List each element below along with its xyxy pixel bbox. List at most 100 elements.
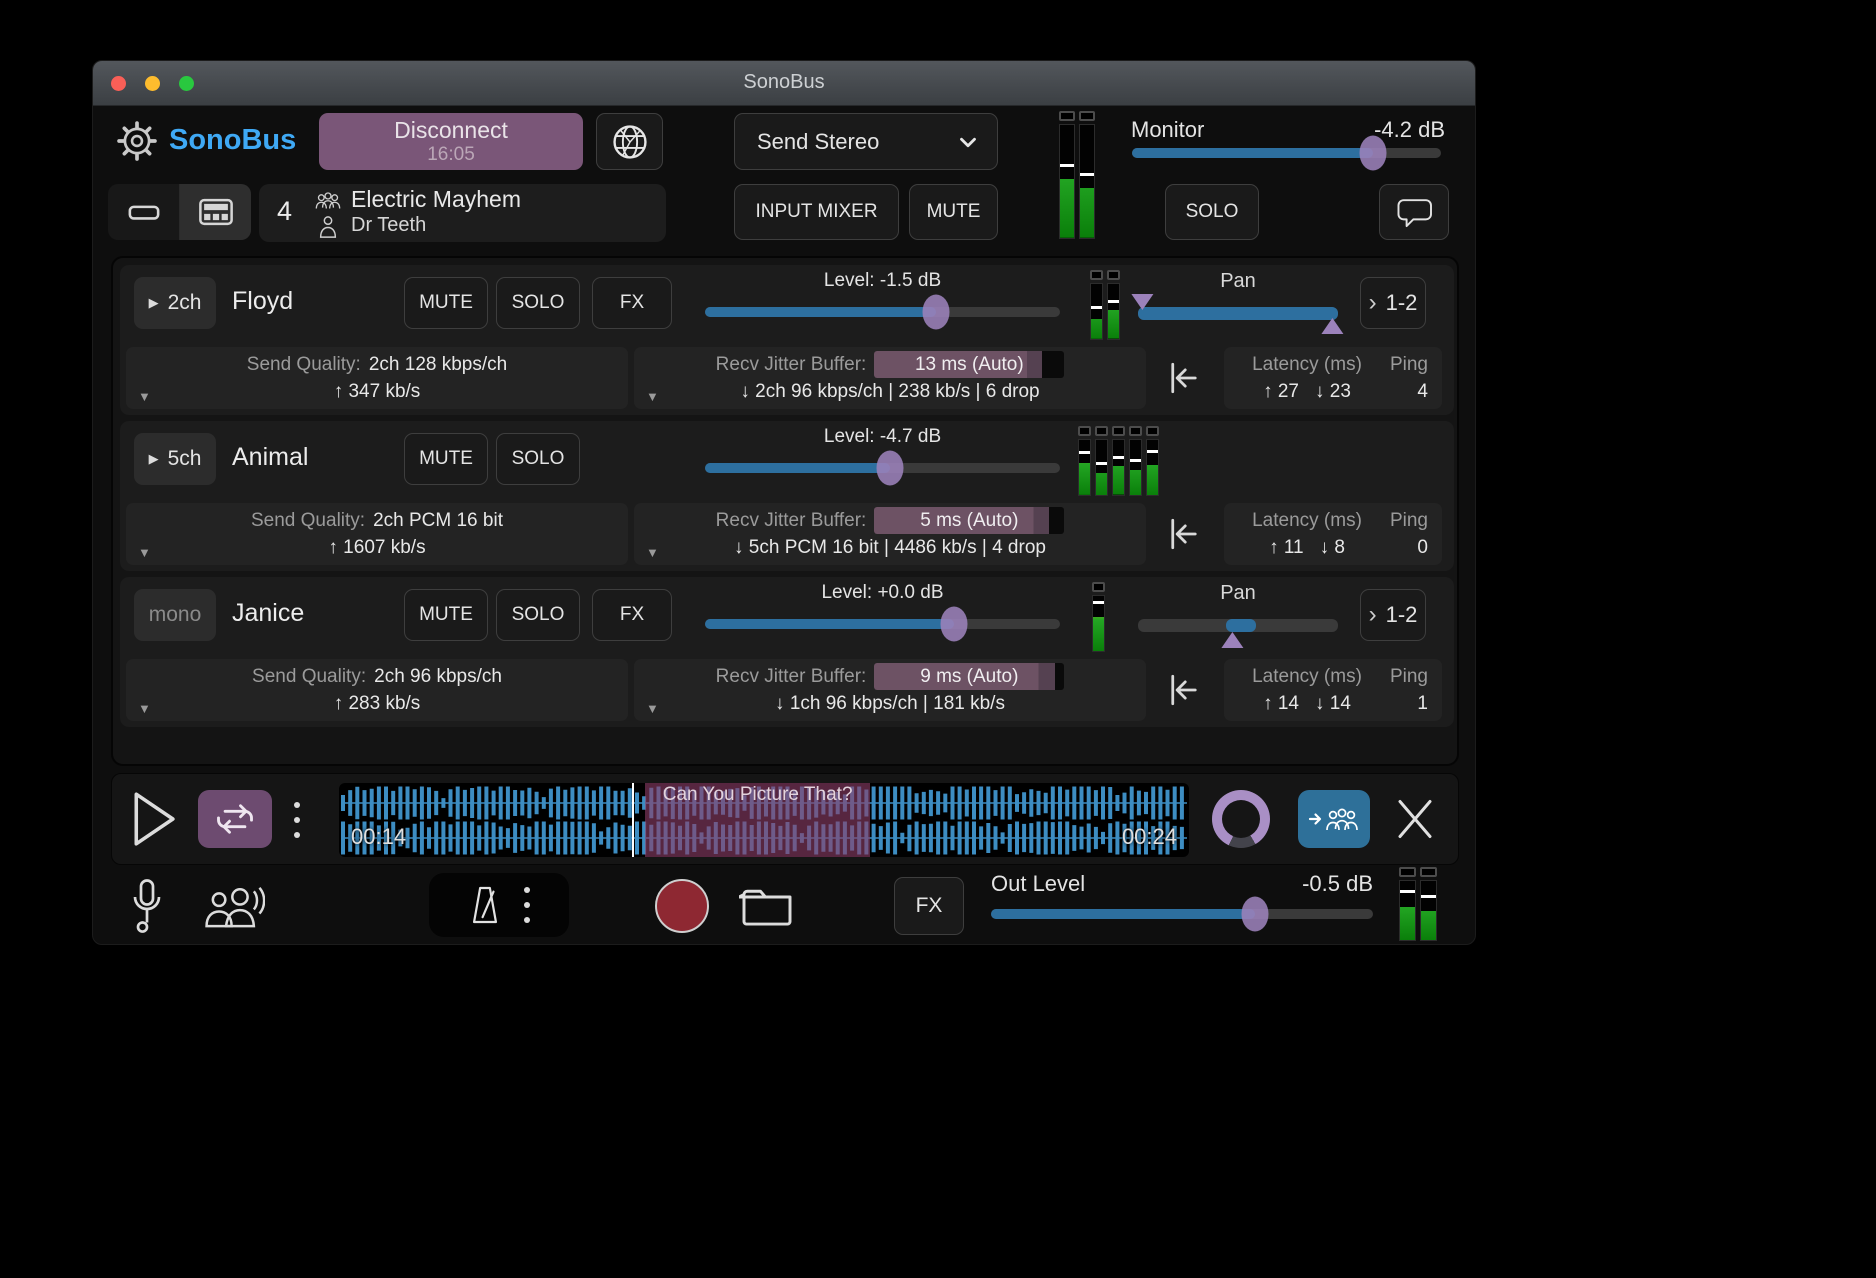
reset-jitter-icon[interactable] (1164, 513, 1204, 555)
expand-arrow-icon[interactable]: ▼ (646, 389, 659, 404)
player-gain-knob[interactable] (1212, 790, 1270, 848)
loop-button[interactable] (198, 790, 272, 848)
expand-arrow-icon[interactable]: ▼ (646, 545, 659, 560)
loop-icon (213, 802, 257, 836)
expand-arrow-icon[interactable]: ▼ (138, 701, 151, 716)
pan-left-handle[interactable] (1131, 294, 1153, 310)
latency-up: ↑ 11 (1269, 537, 1304, 558)
send-quality-panel[interactable]: Send Quality:2ch PCM 16 bit ↑ 1607 kb/s … (126, 503, 628, 565)
level-slider-knob[interactable] (876, 451, 903, 486)
channel-count: mono (149, 603, 202, 627)
open-file-button[interactable] (739, 883, 795, 929)
destination-button[interactable]: ›1-2 (1360, 589, 1426, 641)
output-level-meter (1399, 867, 1437, 941)
send-quality-label: Send Quality: (247, 351, 361, 378)
send-quality-value: 2ch 128 kbps/ch (369, 351, 507, 378)
metronome-menu-button[interactable] (524, 887, 530, 923)
ping-value: 0 (1376, 534, 1428, 561)
reset-jitter-icon[interactable] (1164, 357, 1204, 399)
channel-count: 2ch (168, 291, 202, 315)
main-mute-button[interactable]: MUTE (909, 184, 998, 240)
peer-solo-button[interactable]: SOLO (496, 277, 580, 329)
monitor-slider[interactable] (1132, 148, 1441, 158)
send-quality-value: 2ch 96 kbps/ch (374, 663, 502, 690)
group-member-count: 4 (277, 196, 292, 227)
record-button[interactable] (655, 879, 709, 933)
ping-label: Ping (1376, 351, 1428, 378)
pan-slider[interactable] (1138, 619, 1338, 632)
input-mixer-button[interactable]: INPUT MIXER (734, 184, 899, 240)
level-slider-knob[interactable] (940, 607, 967, 642)
peer-solo-button[interactable]: SOLO (496, 589, 580, 641)
channel-expand-button[interactable]: ▶5ch (134, 433, 216, 485)
app-logo: SonoBus (169, 124, 296, 157)
destination-button[interactable]: ›1-2 (1360, 277, 1426, 329)
peer-mute-button[interactable]: MUTE (404, 589, 488, 641)
reset-jitter-icon[interactable] (1164, 669, 1204, 711)
group-info-panel[interactable]: 4 Electric Mayhem Dr Teeth (259, 184, 666, 242)
chevron-right-icon: › (1369, 289, 1377, 317)
titlebar[interactable]: SonoBus (93, 61, 1475, 106)
chat-button[interactable] (1379, 184, 1449, 240)
jitter-buffer-bar[interactable]: 13 ms (Auto) (874, 351, 1064, 378)
main-solo-button[interactable]: SOLO (1165, 184, 1259, 240)
expand-arrow-icon[interactable]: ▼ (138, 389, 151, 404)
send-mode-dropdown[interactable]: Send Stereo (734, 113, 998, 170)
view-minimal-button[interactable] (108, 184, 180, 240)
people-icon (201, 885, 265, 931)
jitter-panel[interactable]: Recv Jitter Buffer: 9 ms (Auto) ↓ 1ch 96… (634, 659, 1146, 721)
output-fx-button[interactable]: FX (894, 877, 964, 935)
send-quality-panel[interactable]: Send Quality:2ch 96 kbps/ch ↑ 283 kb/s ▼ (126, 659, 628, 721)
connect-server-button[interactable] (596, 113, 663, 170)
group-members-button[interactable] (201, 885, 265, 931)
out-level-knob[interactable] (1241, 897, 1268, 932)
close-player-button[interactable] (1390, 794, 1440, 844)
play-button[interactable] (128, 788, 180, 850)
loop-selection-region[interactable]: Can You Picture That? (645, 783, 870, 857)
level-slider-fill (705, 619, 954, 629)
input-monitor-button[interactable] (129, 877, 165, 935)
settings-button[interactable] (115, 119, 159, 163)
latency-up: ↑ 27 (1263, 381, 1299, 402)
jitter-value: 9 ms (Auto) (874, 663, 1064, 690)
desktop-background: SonoBus SonoBus Disconnect 16:05 Send St… (0, 0, 1876, 1278)
peer-fx-button[interactable]: FX (592, 589, 672, 641)
level-slider[interactable] (705, 307, 1060, 317)
out-level-slider[interactable] (991, 909, 1373, 919)
metronome-button[interactable] (429, 873, 569, 937)
waveform-display[interactable]: Can You Picture That? 00:14 00:24 (339, 783, 1189, 857)
view-toggle-group (108, 184, 251, 240)
level-slider-knob[interactable] (922, 295, 949, 330)
pan-slider[interactable] (1138, 307, 1338, 320)
minimal-view-icon (126, 199, 162, 225)
send-file-to-group-button[interactable] (1298, 790, 1370, 848)
send-quality-panel[interactable]: Send Quality:2ch 128 kbps/ch ↑ 347 kb/s … (126, 347, 628, 409)
pan-fill (1138, 307, 1338, 320)
peer-name: Janice (232, 599, 304, 628)
channel-expand-button[interactable]: ▶2ch (134, 277, 216, 329)
view-mixer-button[interactable] (180, 184, 251, 240)
peer-mute-button[interactable]: MUTE (404, 277, 488, 329)
jitter-value: 13 ms (Auto) (874, 351, 1064, 378)
level-slider[interactable] (705, 463, 1060, 473)
expand-arrow-icon[interactable]: ▼ (646, 701, 659, 716)
player-menu-button[interactable] (294, 802, 300, 838)
jitter-panel[interactable]: Recv Jitter Buffer: 5 ms (Auto) ↓ 5ch PC… (634, 503, 1146, 565)
jitter-panel[interactable]: Recv Jitter Buffer: 13 ms (Auto) ↓ 2ch 9… (634, 347, 1146, 409)
jitter-buffer-bar[interactable]: 9 ms (Auto) (874, 663, 1064, 690)
expand-arrow-icon[interactable]: ▼ (138, 545, 151, 560)
peer-solo-button[interactable]: SOLO (496, 433, 580, 485)
disconnect-button[interactable]: Disconnect 16:05 (319, 113, 583, 170)
level-slider[interactable] (705, 619, 1060, 629)
peer-meter (1078, 426, 1159, 496)
playhead[interactable] (632, 783, 634, 857)
monitor-slider-knob[interactable] (1360, 136, 1387, 171)
peer-fx-button[interactable]: FX (592, 277, 672, 329)
pan-label: Pan (1138, 270, 1338, 293)
channel-count: 5ch (168, 447, 202, 471)
connection-timer: 16:05 (319, 144, 583, 166)
pan-handle[interactable] (1221, 632, 1243, 648)
peer-mute-button[interactable]: MUTE (404, 433, 488, 485)
pan-right-handle[interactable] (1321, 318, 1343, 334)
jitter-buffer-bar[interactable]: 5 ms (Auto) (874, 507, 1064, 534)
